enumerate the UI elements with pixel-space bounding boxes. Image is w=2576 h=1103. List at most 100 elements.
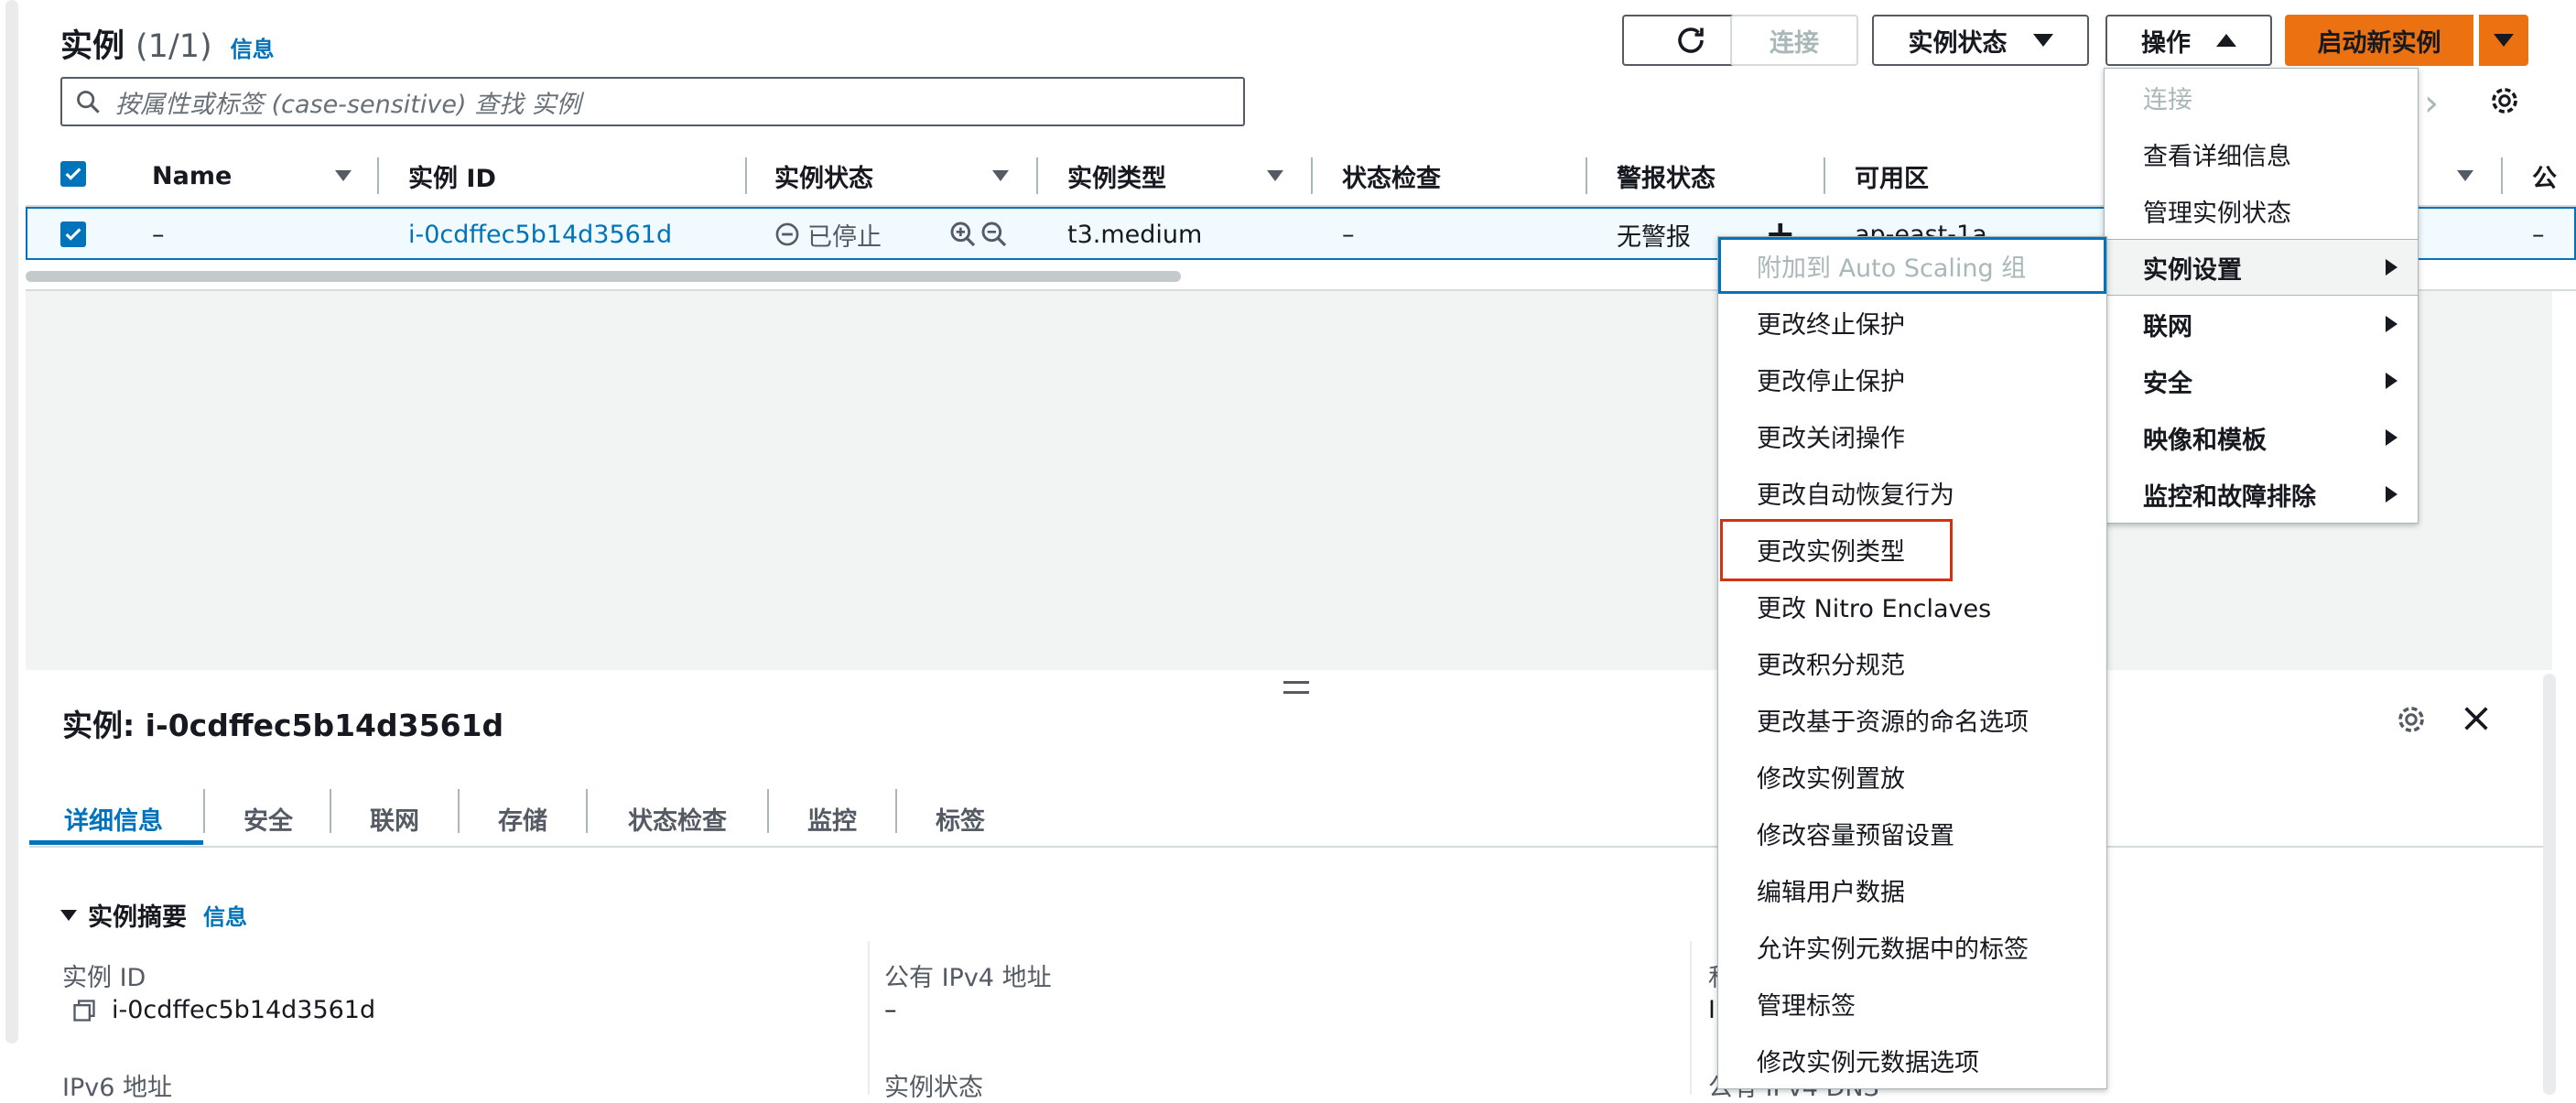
row-alarm: 无警报 <box>1617 222 1691 252</box>
page-scrollbar[interactable] <box>5 0 18 1044</box>
chevron-right-icon <box>2386 486 2397 503</box>
tab-security[interactable]: 安全 <box>244 793 293 844</box>
info-link[interactable]: 信息 <box>231 31 275 63</box>
instance-state-button[interactable]: 实例状态 <box>1872 15 2089 66</box>
chevron-right-icon <box>2386 316 2397 332</box>
instance-id-label: 实例 ID <box>62 964 146 992</box>
row-state: 已停止 <box>774 216 882 253</box>
col-status-check[interactable]: 状态检查 <box>1342 156 1441 196</box>
submenu-item-nitro-enclaves[interactable]: 更改 Nitro Enclaves <box>1718 578 2106 634</box>
search-placeholder: 按属性或标签 (case-sensitive) 查找 实例 <box>115 90 581 119</box>
menu-item-images-templates[interactable]: 映像和模板 <box>2105 409 2418 466</box>
refresh-icon <box>1678 27 1704 53</box>
submenu-item-termination-protection[interactable]: 更改终止保护 <box>1718 294 2106 351</box>
zoom-out-icon[interactable] <box>980 220 1009 249</box>
page-header: 实例 (1/1) 信息 <box>60 20 275 67</box>
menu-item-instance-settings[interactable]: 实例设置 <box>2105 239 2418 296</box>
actions-menu: 连接 查看详细信息 管理实例状态 实例设置 联网 安全 映像和模板 监控和故障排… <box>2104 68 2419 524</box>
submenu-item-placement[interactable]: 修改实例置放 <box>1718 748 2106 805</box>
instance-state-label: 实例状态 <box>1908 28 2008 58</box>
filter-icon[interactable] <box>2457 170 2473 181</box>
chevron-down-icon <box>2494 34 2514 47</box>
zoom-controls[interactable] <box>948 216 1009 253</box>
row-status-check: – <box>1342 220 1355 249</box>
filter-icon[interactable] <box>992 170 1009 181</box>
copy-icon[interactable] <box>71 998 97 1030</box>
col-alarm-status[interactable]: 警报状态 <box>1617 156 1716 196</box>
row-checkbox[interactable] <box>60 222 86 247</box>
gear-icon[interactable] <box>2488 84 2521 124</box>
col-instance-type[interactable]: 实例类型 <box>1067 156 1166 196</box>
menu-item-security[interactable]: 安全 <box>2105 352 2418 409</box>
col-name[interactable]: Name <box>152 156 232 196</box>
submenu-item-credit-spec[interactable]: 更改积分规范 <box>1718 634 2106 691</box>
table-horizontal-scrollbar[interactable] <box>26 271 1181 282</box>
menu-item-manage-state[interactable]: 管理实例状态 <box>2105 182 2418 239</box>
tab-networking[interactable]: 联网 <box>370 793 419 844</box>
chevron-right-icon <box>2386 429 2397 446</box>
submenu-item-auto-recovery[interactable]: 更改自动恢复行为 <box>1718 464 2106 521</box>
search-icon <box>77 91 100 114</box>
submenu-item-manage-tags[interactable]: 管理标签 <box>1718 975 2106 1032</box>
summary-info-link[interactable]: 信息 <box>203 899 247 931</box>
launch-dropdown-button[interactable] <box>2479 15 2528 66</box>
row-instance-id-link[interactable]: i-0cdffec5b14d3561d <box>408 216 672 253</box>
menu-item-monitor-troubleshoot[interactable]: 监控和故障排除 <box>2105 466 2418 523</box>
public-ipv4-label: 公有 IPv4 地址 <box>884 964 1052 992</box>
submenu-item-user-data[interactable]: 编辑用户数据 <box>1718 861 2106 918</box>
chevron-right-icon <box>2386 259 2397 276</box>
menu-item-view-details[interactable]: 查看详细信息 <box>2105 125 2418 182</box>
submenu-item-metadata-tags[interactable]: 允许实例元数据中的标签 <box>1718 918 2106 975</box>
filter-icon[interactable] <box>1267 170 1283 181</box>
col-instance-id[interactable]: 实例 ID <box>408 156 496 196</box>
public-ipv4-value: – <box>884 996 897 1024</box>
zoom-in-icon[interactable] <box>948 220 978 249</box>
summary-title: 实例摘要 <box>88 903 187 932</box>
ipv6-label: IPv6 地址 <box>62 1074 172 1102</box>
details-scrollbar[interactable] <box>2543 674 2556 1095</box>
instance-settings-submenu: 附加到 Auto Scaling 组 更改终止保护 更改停止保护 更改关闭操作 … <box>1717 236 2107 1089</box>
tab-monitoring[interactable]: 监控 <box>807 793 857 844</box>
actions-button[interactable]: 操作 <box>2105 15 2272 66</box>
tab-status-checks[interactable]: 状态检查 <box>628 793 727 844</box>
chevron-down-icon <box>2032 34 2053 47</box>
submenu-item-resource-naming[interactable]: 更改基于资源的命名选项 <box>1718 691 2106 748</box>
launch-instance-button[interactable]: 启动新实例 <box>2285 15 2473 66</box>
chevron-right-icon <box>2386 373 2397 389</box>
actions-label: 操作 <box>2141 28 2191 58</box>
row-instance-type: t3.medium <box>1067 220 1203 249</box>
col3-value: I <box>1708 996 1716 1024</box>
select-all-checkbox[interactable] <box>60 161 86 187</box>
row-public: – <box>2532 220 2545 249</box>
page-title: 实例 <box>60 28 125 65</box>
submenu-item-attach-asg[interactable]: 附加到 Auto Scaling 组 <box>1718 237 2106 294</box>
details-settings-gear-icon[interactable] <box>2395 703 2428 742</box>
col-instance-state[interactable]: 实例状态 <box>774 156 873 196</box>
close-icon[interactable] <box>2461 703 2492 741</box>
filter-icon[interactable] <box>335 170 352 181</box>
menu-item-networking[interactable]: 联网 <box>2105 296 2418 352</box>
details-title: 实例: i-0cdffec5b14d3561d <box>62 708 504 743</box>
next-page-icon[interactable]: › <box>2424 82 2439 124</box>
resize-handle[interactable] <box>1283 681 1309 694</box>
stopped-icon <box>775 222 799 246</box>
instance-id-value: i-0cdffec5b14d3561d <box>112 996 376 1024</box>
tab-storage[interactable]: 存储 <box>498 793 547 844</box>
menu-item-connect[interactable]: 连接 <box>2105 69 2418 125</box>
tab-tags[interactable]: 标签 <box>936 793 985 844</box>
tab-details[interactable]: 详细信息 <box>64 793 163 844</box>
submenu-item-capacity-reservation[interactable]: 修改容量预留设置 <box>1718 805 2106 861</box>
chevron-up-icon <box>2216 34 2236 47</box>
col-az[interactable]: 可用区 <box>1855 156 1929 196</box>
col-public[interactable]: 公 <box>2532 156 2557 196</box>
state-label: 实例状态 <box>884 1074 983 1102</box>
submenu-item-shutdown-behavior[interactable]: 更改关闭操作 <box>1718 407 2106 464</box>
submenu-item-stop-protection[interactable]: 更改停止保护 <box>1718 351 2106 407</box>
connect-button[interactable]: 连接 <box>1730 15 1858 66</box>
summary-header[interactable]: 实例摘要 信息 <box>60 897 247 933</box>
submenu-item-metadata-options[interactable]: 修改实例元数据选项 <box>1718 1032 2106 1088</box>
highlight-box <box>1720 519 1953 581</box>
row-name: – <box>152 220 165 249</box>
search-input[interactable]: 按属性或标签 (case-sensitive) 查找 实例 <box>60 77 1245 126</box>
tab-active-indicator <box>29 840 203 845</box>
